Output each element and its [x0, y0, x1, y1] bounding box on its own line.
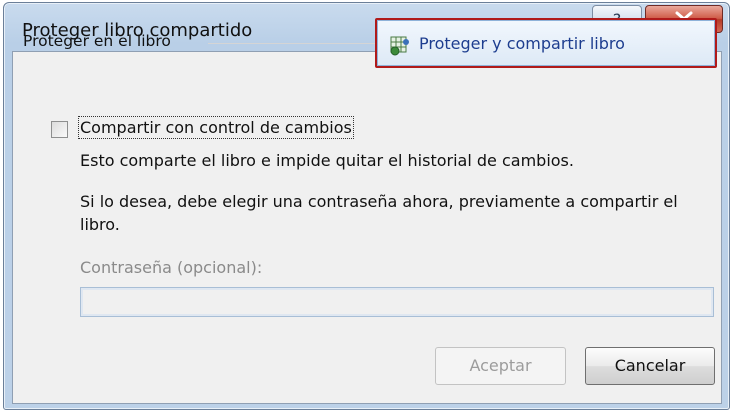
protect-and-share-label: Proteger y compartir libro: [419, 34, 625, 53]
cancel-button[interactable]: Cancelar: [585, 347, 715, 385]
share-with-tracking-label[interactable]: Compartir con control de cambios: [78, 116, 354, 139]
group-divider: [208, 43, 376, 44]
share-with-tracking-checkbox[interactable]: [51, 121, 68, 138]
password-input[interactable]: [80, 287, 714, 317]
description-text-2: Si lo desea, debe elegir una contraseña …: [80, 192, 678, 234]
password-label: Contraseña (opcional):: [80, 258, 263, 277]
description-text-1: Esto comparte el libro e impide quitar e…: [80, 151, 574, 170]
ok-button[interactable]: Aceptar: [435, 347, 566, 385]
group-label: Proteger en el libro: [23, 32, 171, 50]
protect-and-share-button[interactable]: Proteger y compartir libro: [375, 18, 717, 68]
workbook-protect-icon: [390, 36, 409, 56]
